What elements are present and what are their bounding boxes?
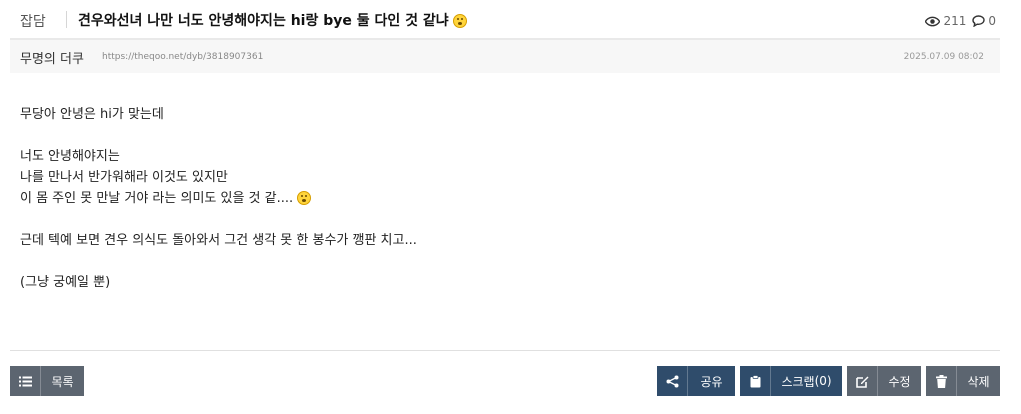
content-line: 너도 안녕해야지는 [20, 149, 120, 164]
content-line: 근데 텍예 보면 견우 의식도 돌아와서 그건 생각 못 한 봉수가 깽판 치고… [20, 233, 417, 248]
clipboard-icon [740, 366, 771, 396]
list-icon [10, 366, 41, 396]
post-date: 2025.07.09 08:02 [903, 52, 984, 62]
list-button[interactable]: 목록 [10, 366, 84, 396]
share-button-label: 공유 [700, 374, 723, 389]
comment-count-value: 0 [988, 14, 996, 28]
edit-button[interactable]: 수정 [847, 366, 921, 396]
content-line [20, 209, 417, 230]
emoji-icon [297, 191, 312, 205]
list-button-label: 목록 [51, 374, 74, 389]
delete-button-label: 삭제 [967, 374, 990, 389]
edit-button-label: 수정 [888, 374, 911, 389]
eye-icon [925, 16, 941, 26]
comment-count[interactable]: 0 [972, 14, 996, 28]
trash-icon [926, 366, 957, 396]
emoji-icon [452, 14, 467, 28]
post-header: 잡담 견우와선녀 나만 너도 안녕해야지는 hi랑 bye 둘 다인 것 같냐 … [10, 0, 1000, 40]
content-line [20, 251, 417, 272]
content-line-text: 이 몸 주인 못 만날 거야 라는 의미도 있을 것 같.... [20, 191, 294, 206]
post-title: 견우와선녀 나만 너도 안녕해야지는 hi랑 bye 둘 다인 것 같냐 [78, 10, 467, 30]
post-content: 무당아 안녕은 hi가 맞는데 너도 안녕해야지는 나를 만나서 반가워해라 이… [20, 104, 417, 293]
edit-icon [847, 366, 878, 396]
view-count-value: 211 [943, 14, 967, 28]
scrap-count: (0) [814, 374, 832, 388]
scrap-button-label: 스크랩 (0) [771, 366, 842, 396]
scrap-button[interactable]: 스크랩 (0) [740, 366, 842, 396]
share-button[interactable]: 공유 [657, 366, 735, 396]
scrap-label: 스크랩 [781, 374, 815, 389]
post-category[interactable]: 잡담 [20, 11, 46, 31]
content-line [20, 125, 417, 146]
content-divider [10, 350, 1000, 351]
author-name: 무명의 더쿠 [20, 52, 84, 67]
content-line: 무당아 안녕은 hi가 맞는데 [20, 107, 164, 122]
post-title-text: 견우와선녀 나만 너도 안녕해야지는 hi랑 bye 둘 다인 것 같냐 [78, 13, 449, 29]
view-count: 211 [925, 14, 966, 28]
content-line: 나를 만나서 반가워해라 이것도 있지만 [20, 170, 228, 185]
post-url[interactable]: https://theqoo.net/dyb/3818907361 [102, 52, 263, 62]
post-meta-bar: 무명의 더쿠 https://theqoo.net/dyb/3818907361… [10, 40, 1000, 73]
category-divider [66, 11, 67, 28]
share-icon [657, 366, 688, 396]
post-stats: 211 0 [925, 14, 996, 28]
delete-button[interactable]: 삭제 [926, 366, 1000, 396]
comment-icon [972, 15, 986, 27]
content-line: (그냥 궁예일 뿐) [20, 275, 111, 290]
content-line: 이 몸 주인 못 만날 거야 라는 의미도 있을 것 같.... [20, 188, 417, 209]
